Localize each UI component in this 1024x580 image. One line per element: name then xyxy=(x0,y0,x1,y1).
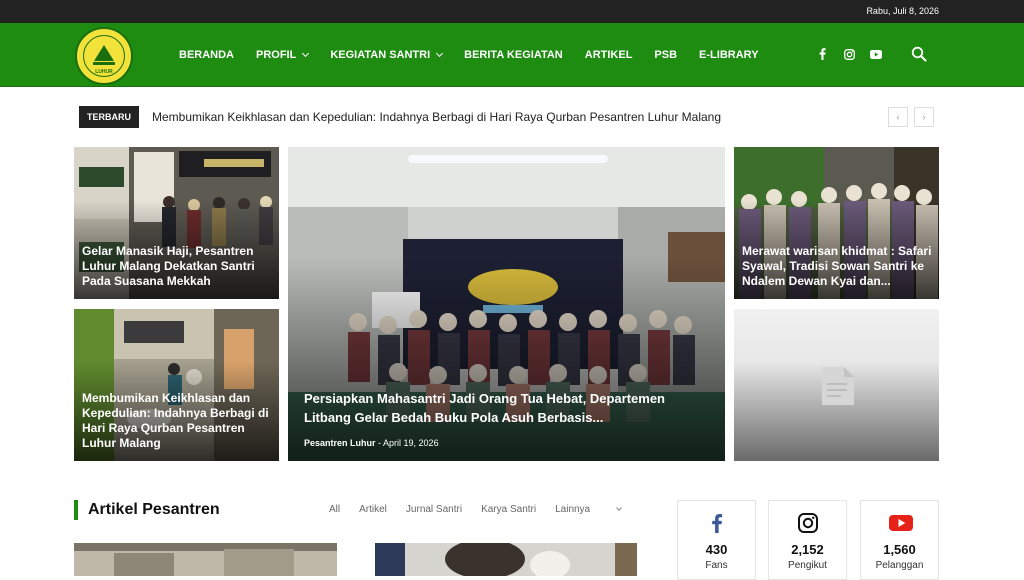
filter-label: Lainnya xyxy=(555,504,591,515)
nav-psb[interactable]: PSB xyxy=(654,49,677,61)
youtube-count: 1,560 xyxy=(883,542,916,557)
nav-label: E-LIBRARY xyxy=(699,49,759,61)
instagram-count: 2,152 xyxy=(791,542,824,557)
featured-meta: Pesantren Luhur - April 19, 2026 xyxy=(304,438,439,448)
filter-lainnya[interactable]: Lainnya xyxy=(555,504,622,515)
logo-text: LUHUR xyxy=(95,69,113,75)
chevron-down-icon xyxy=(616,505,622,511)
instagram-icon[interactable] xyxy=(843,48,855,60)
post-author[interactable]: Pesantren Luhur xyxy=(304,438,376,448)
featured-title: Gelar Manasik Haji, Pesantren Luhur Mala… xyxy=(82,244,255,288)
facebook-icon xyxy=(706,512,728,534)
nav-berita-kegiatan[interactable]: BERITA KEGIATAN xyxy=(464,49,563,61)
nav-e-library[interactable]: E-LIBRARY xyxy=(699,49,758,61)
chevron-left-icon: ‹ xyxy=(896,112,900,122)
youtube-counter[interactable]: 1,560 Pelanggan xyxy=(860,500,939,580)
nav-label: ARTIKEL xyxy=(584,49,633,61)
main-nav: BERANDA PROFIL KEGIATAN SANTRI BERITA KE… xyxy=(179,23,781,87)
nav-beranda[interactable]: BERANDA xyxy=(179,49,234,61)
nav-label: BERANDA xyxy=(179,49,234,61)
facebook-counter[interactable]: 430 Fans xyxy=(677,500,756,580)
youtube-icon xyxy=(889,512,913,534)
placeholder-image-icon xyxy=(822,367,854,405)
ticker-headline[interactable]: Membumikan Keikhlasan dan Kepedulian: In… xyxy=(152,110,721,124)
nav-artikel[interactable]: ARTIKEL xyxy=(585,49,633,61)
article-photo xyxy=(375,543,637,576)
logo-base xyxy=(93,62,115,65)
featured-title: Persiapkan Mahasantri Jadi Orang Tua Heb… xyxy=(304,391,665,425)
ticker-prev-button[interactable]: ‹ xyxy=(888,107,908,127)
nav-label: BERITA KEGIATAN xyxy=(464,49,563,61)
filter-artikel[interactable]: Artikel xyxy=(359,504,387,515)
chevron-down-icon xyxy=(302,49,310,58)
chevron-right-icon: › xyxy=(922,112,926,122)
post-date: April 19, 2026 xyxy=(383,438,439,448)
youtube-icon[interactable] xyxy=(870,48,882,60)
article-thumbnail[interactable] xyxy=(74,543,337,576)
meta-separator: - xyxy=(375,438,384,448)
featured-card-left-top[interactable]: Gelar Manasik Haji, Pesantren Luhur Mala… xyxy=(74,147,279,299)
featured-card-right-bottom[interactable] xyxy=(734,309,939,461)
logo-mosque-shape xyxy=(94,45,114,61)
featured-title: Merawat warisan khidmat : Safari Syawal,… xyxy=(742,244,932,288)
ticker-next-button[interactable]: › xyxy=(914,107,934,127)
instagram-label: Pengikut xyxy=(788,560,827,571)
ticker-badge: TERBARU xyxy=(79,106,139,128)
site-logo[interactable]: LUHUR xyxy=(75,27,133,85)
current-date: Rabu, Juli 8, 2026 xyxy=(866,6,939,16)
nav-profil[interactable]: PROFIL xyxy=(256,49,310,61)
facebook-count: 430 xyxy=(705,542,728,557)
featured-card-center[interactable]: Persiapkan Mahasantri Jadi Orang Tua Heb… xyxy=(288,147,725,461)
youtube-label: Pelanggan xyxy=(875,560,924,571)
filter-jurnal-santri[interactable]: Jurnal Santri xyxy=(406,504,462,515)
section-title: Artikel Pesantren xyxy=(74,500,220,520)
search-icon[interactable] xyxy=(911,46,927,62)
facebook-icon[interactable] xyxy=(816,48,828,60)
chevron-down-icon xyxy=(436,49,444,58)
article-thumbnail[interactable] xyxy=(375,543,637,576)
featured-card-right-top[interactable]: Merawat warisan khidmat : Safari Syawal,… xyxy=(734,147,939,299)
instagram-counter[interactable]: 2,152 Pengikut xyxy=(768,500,847,580)
facebook-label: Fans xyxy=(705,560,728,571)
instagram-icon xyxy=(797,512,819,534)
filter-karya-santri[interactable]: Karya Santri xyxy=(481,504,536,515)
nav-label: PROFIL xyxy=(256,49,297,61)
nav-kegiatan-santri[interactable]: KEGIATAN SANTRI xyxy=(330,49,444,61)
news-ticker: TERBARU Membumikan Keikhlasan dan Kepedu… xyxy=(0,104,1024,130)
header-socials xyxy=(816,48,897,60)
top-bar: Rabu, Juli 8, 2026 xyxy=(0,0,1024,23)
featured-card-left-bottom[interactable]: Membumikan Keikhlasan dan Kepedulian: In… xyxy=(74,309,279,461)
filter-all[interactable]: All xyxy=(329,504,340,515)
card-shade xyxy=(288,256,725,461)
section-filters: All Artikel Jurnal Santri Karya Santri L… xyxy=(329,504,640,515)
featured-title: Membumikan Keikhlasan dan Kepedulian: In… xyxy=(82,391,269,450)
nav-label: PSB xyxy=(654,49,678,61)
nav-label: KEGIATAN SANTRI xyxy=(330,49,431,61)
article-photo xyxy=(74,543,337,576)
